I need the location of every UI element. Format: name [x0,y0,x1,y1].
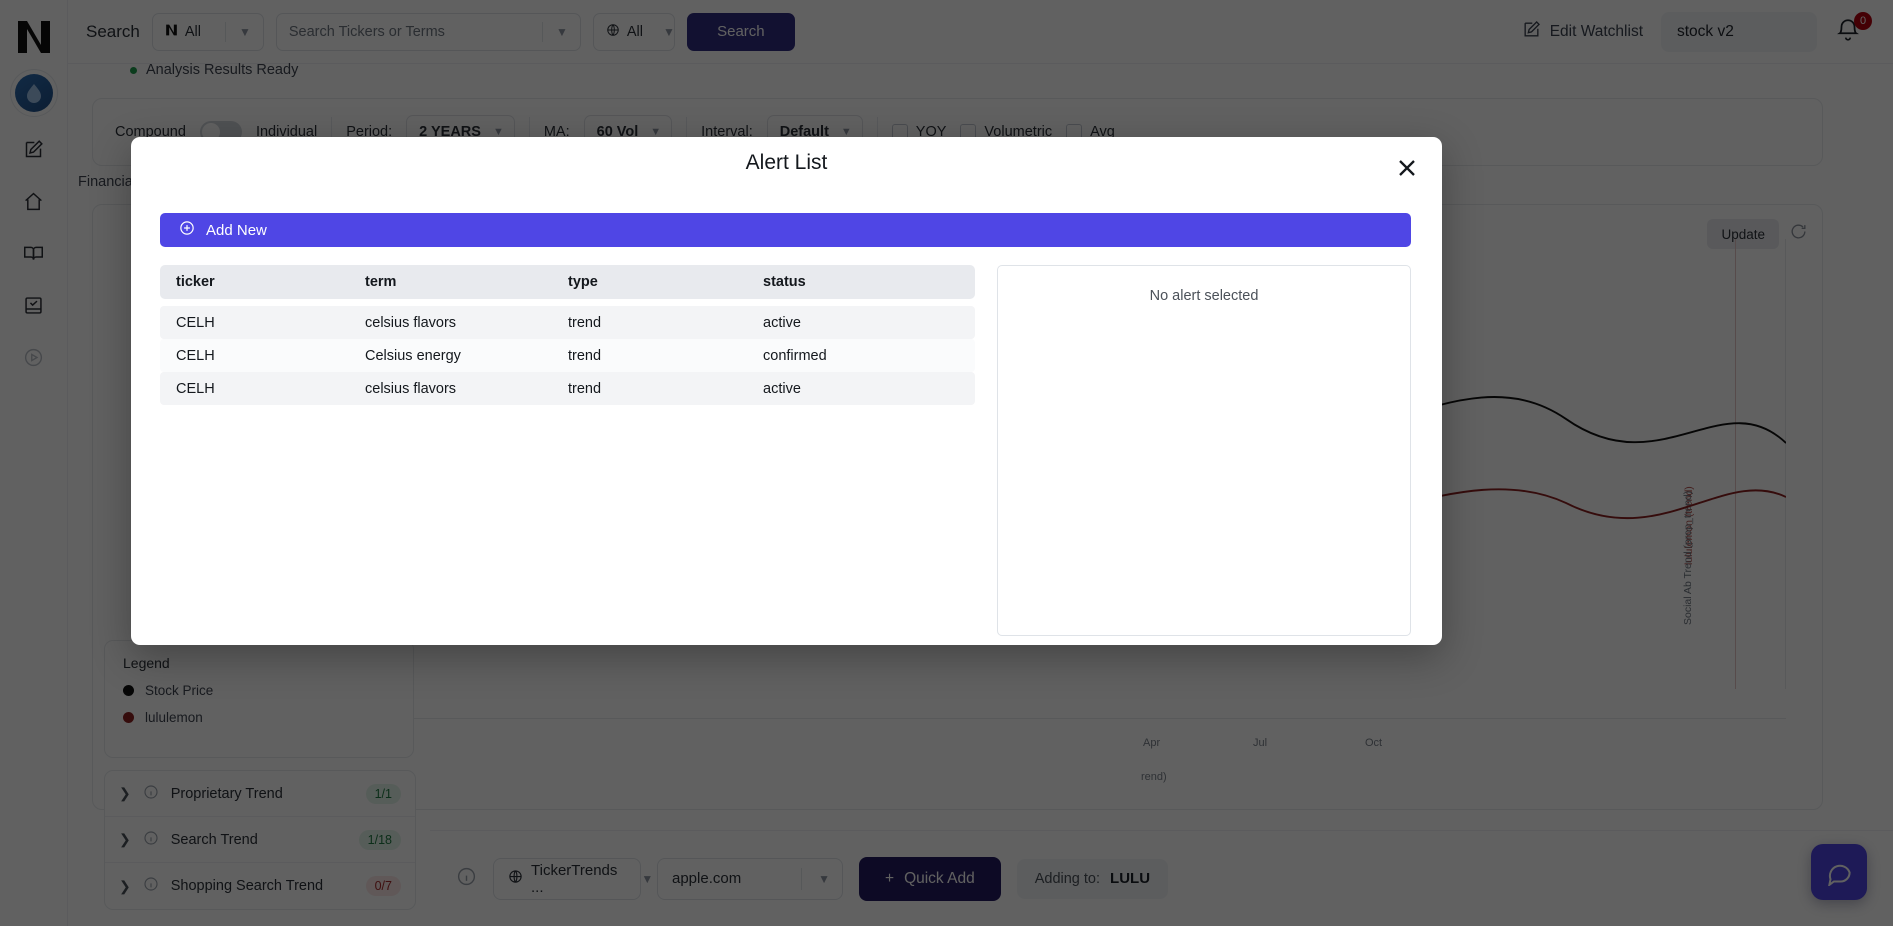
cell-term: celsius flavors [365,380,457,397]
cell-term: Celsius energy [365,347,461,364]
cell-ticker: CELH [176,380,215,397]
modal-title: Alert List [745,151,828,174]
cell-term: celsius flavors [365,314,457,331]
cell-ticker: CELH [176,347,215,364]
alert-table: ticker term type status CELH celsius fla… [160,265,975,636]
cell-status: confirmed [763,347,827,364]
close-icon[interactable] [1392,153,1422,183]
table-row[interactable]: CELH celsius flavors trend active [160,372,975,405]
alert-list-modal: Alert List Add New ticker term type stat… [131,137,1442,645]
plus-circle-icon [179,220,195,240]
cell-type: trend [568,314,602,331]
add-new-button[interactable]: Add New [160,213,1411,247]
column-header-status: status [763,274,806,290]
cell-status: active [763,314,801,331]
column-header-ticker: ticker [176,274,215,290]
alert-detail-pane: No alert selected [997,265,1411,636]
cell-type: trend [568,347,602,364]
column-header-term: term [365,274,397,290]
modal-body: ticker term type status CELH celsius fla… [131,247,1442,636]
cell-type: trend [568,380,602,397]
no-alert-selected-text: No alert selected [1149,288,1259,304]
cell-ticker: CELH [176,314,215,331]
table-row[interactable]: CELH Celsius energy trend confirmed [160,339,975,372]
table-row[interactable]: CELH celsius flavors trend active [160,306,975,339]
column-header-type: type [568,274,598,290]
cell-status: active [763,380,801,397]
table-header-row: ticker term type status [160,265,975,299]
add-new-label: Add New [206,221,267,239]
